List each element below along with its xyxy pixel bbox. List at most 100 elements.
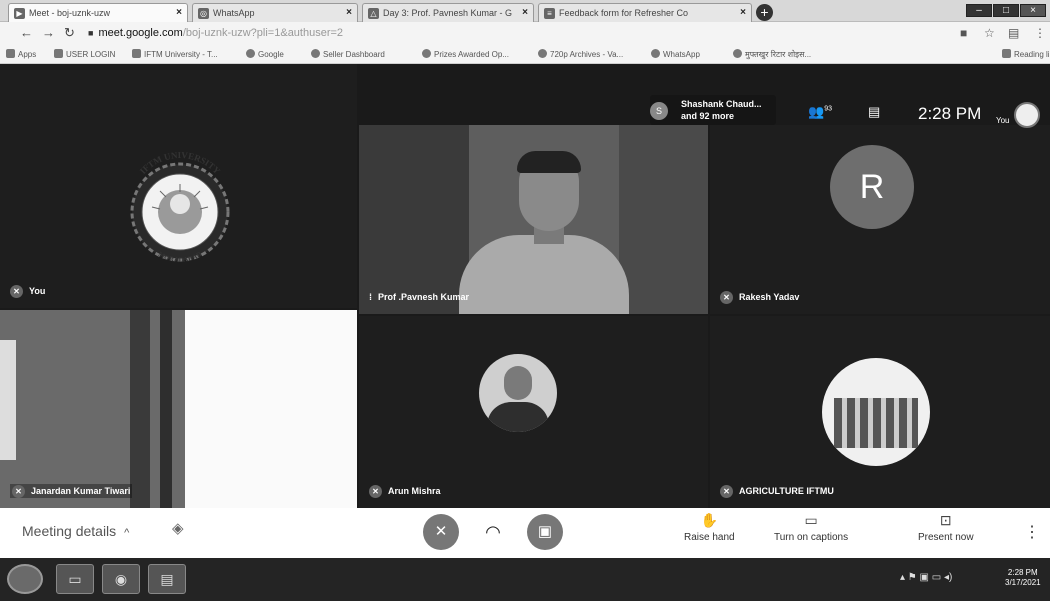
raise-hand-button[interactable]: ✋ Raise hand [684, 512, 735, 543]
bookmark-icon [311, 49, 320, 58]
bookmark-icon [54, 49, 63, 58]
raise-hand-label: Raise hand [684, 532, 735, 543]
whatsapp-icon [651, 49, 660, 58]
bookmark-hindi[interactable]: मुफ्तखुर रिटार शोइस... [733, 49, 811, 60]
camera-icon[interactable]: ■ [960, 26, 967, 40]
participants-more: and 92 more [681, 111, 735, 121]
windows-taskbar: ▭ ◉ ▤ ▴ ⚑ ▣ ▭ ◂) 2:28 PM 3/17/2021 [0, 558, 1050, 601]
back-button[interactable]: ← [20, 26, 33, 40]
tile-name: ⁞ Prof .Pavnesh Kumar [369, 292, 470, 302]
bookmark-icon [422, 49, 431, 58]
shield-icon[interactable]: ◈ [172, 519, 184, 537]
tab-title: Feedback form for Refresher Co [559, 8, 689, 18]
people-icon[interactable]: 👥93 [808, 104, 832, 120]
bookmark-reading-list[interactable]: Reading list [1002, 49, 1050, 60]
iftm-logo: IFTM UNIVERSITY MORADABAD [130, 150, 230, 264]
mic-toggle-button[interactable]: ✕ [423, 514, 459, 550]
captions-icon: ▭ [804, 512, 818, 528]
close-window-button[interactable]: × [1020, 4, 1046, 17]
new-tab-button[interactable]: + [756, 4, 773, 21]
tab-forms[interactable]: ≡ Feedback form for Refresher Co × [538, 3, 752, 22]
bookmark-seller-dashboard[interactable]: Seller Dashboard [311, 49, 385, 60]
system-tray[interactable]: ▴ ⚑ ▣ ▭ ◂) [900, 572, 952, 583]
close-tab-icon[interactable]: × [522, 7, 528, 18]
leave-call-button[interactable]: ◠ [475, 514, 511, 550]
tab-title: Meet - boj-uznk-uzw [29, 8, 111, 18]
browser-toolbar: ← → ↻ ■ meet.google.com/boj-uznk-uzw?pli=… [0, 22, 1050, 45]
bookmark-icon [733, 49, 742, 58]
forward-button[interactable]: → [42, 26, 55, 40]
people-count: 93 [824, 105, 832, 113]
explorer-icon[interactable]: ▭ [56, 564, 94, 594]
participants-name: Shashank Chaud... [681, 99, 762, 109]
extension-icon[interactable]: ▤ [1008, 26, 1019, 40]
forms-icon: ≡ [544, 8, 555, 19]
captions-button[interactable]: ▭ Turn on captions [774, 512, 848, 543]
tab-drive[interactable]: △ Day 3: Prof. Pavnesh Kumar - G × [362, 3, 534, 22]
captions-label: Turn on captions [774, 532, 849, 543]
close-tab-icon[interactable]: × [346, 7, 352, 18]
bookmark-720p[interactable]: 720p Archives - Va... [538, 49, 623, 60]
shirt [459, 235, 629, 314]
tile-rakesh[interactable]: R ✕ Rakesh Yadav [710, 125, 1050, 314]
camera-toggle-button[interactable]: ▣ [527, 514, 563, 550]
meeting-details-label: Meeting details [22, 523, 117, 539]
curtain-fold [130, 310, 150, 508]
present-now-button[interactable]: ⊡ Present now [918, 512, 974, 543]
bookmark-google[interactable]: Google [246, 49, 284, 60]
close-tab-icon[interactable]: × [176, 7, 182, 18]
address-bar[interactable]: ■ meet.google.com/boj-uznk-uzw?pli=1&auth… [88, 26, 343, 40]
tile-arun[interactable]: ✕ Arun Mishra [359, 316, 708, 508]
close-tab-icon[interactable]: × [740, 7, 746, 18]
bookmark-whatsapp[interactable]: WhatsApp [651, 49, 700, 60]
taskbar-time: 2:28 PM [1007, 568, 1038, 577]
meeting-stage: IFTM UNIVERSITY MORADABAD ✕ You ⁞ Prof .Pa… [0, 64, 1050, 508]
mic-off-icon: ✕ [369, 485, 382, 498]
mic-off-icon: ✕ [12, 485, 25, 498]
chrome-icon[interactable]: ◉ [102, 564, 140, 594]
app-icon[interactable]: ▤ [148, 564, 186, 594]
self-label: You [996, 116, 1010, 125]
bookmark-label: Prizes Awarded Op... [434, 50, 509, 59]
present-label: Present now [918, 532, 974, 543]
menu-icon[interactable]: ⋮ [1034, 26, 1046, 40]
google-icon [246, 49, 255, 58]
curtain-fold [160, 310, 172, 508]
star-icon[interactable]: ☆ [984, 26, 995, 40]
bookmark-label: USER LOGIN [66, 50, 116, 59]
taskbar-clock[interactable]: 2:28 PM 3/17/2021 [1005, 568, 1041, 588]
bookmark-apps[interactable]: Apps [6, 49, 36, 60]
minimize-button[interactable]: – [966, 4, 992, 17]
browser-tab-strip: ▶ Meet - boj-uznk-uzw × ◎ WhatsApp × △ D… [0, 0, 1050, 22]
tab-whatsapp[interactable]: ◎ WhatsApp × [192, 3, 358, 22]
reload-button[interactable]: ↻ [64, 26, 75, 40]
tile-janardan[interactable]: ✕ Janardan Kumar Tiwari [0, 310, 357, 508]
participants-chip[interactable]: S Shashank Chaud... and 92 more [650, 95, 776, 125]
tile-name: ✕ AGRICULTURE IFTMU [720, 484, 834, 498]
mic-off-icon: ✕ [10, 285, 23, 298]
bookmark-prizes[interactable]: Prizes Awarded Op... [422, 49, 509, 60]
more-options-icon[interactable]: ⋮ [1024, 522, 1040, 542]
chat-icon[interactable]: ▤ [868, 104, 880, 120]
apps-icon [6, 49, 15, 58]
bookmark-label: Seller Dashboard [323, 50, 385, 59]
tile-name: ✕ Arun Mishra [369, 484, 441, 498]
tile-name: ✕ You [10, 284, 45, 298]
tab-title: Day 3: Prof. Pavnesh Kumar - G [383, 8, 513, 18]
tile-you[interactable]: IFTM UNIVERSITY MORADABAD ✕ You [0, 64, 357, 308]
taskbar-date: 3/17/2021 [1005, 578, 1041, 587]
url-host: meet.google.com [98, 27, 183, 39]
present-icon: ⊡ [939, 512, 952, 528]
maximize-button[interactable]: □ [993, 4, 1019, 17]
tile-agriculture[interactable]: ✕ AGRICULTURE IFTMU [710, 316, 1050, 508]
avatar[interactable] [1014, 102, 1040, 128]
meeting-details-button[interactable]: Meeting details ^ [22, 523, 129, 539]
bookmark-label: मुफ्तखुर रिटार शोइस... [745, 50, 812, 59]
bookmark-label: IFTM University - T... [144, 50, 218, 59]
hair [517, 151, 581, 173]
bookmark-user-login[interactable]: USER LOGIN [54, 49, 115, 60]
bookmark-iftm[interactable]: IFTM University - T... [132, 49, 218, 60]
tab-meet[interactable]: ▶ Meet - boj-uznk-uzw × [8, 3, 188, 22]
start-button[interactable] [7, 564, 43, 594]
tile-presenter[interactable]: ⁞ Prof .Pavnesh Kumar [359, 125, 708, 314]
